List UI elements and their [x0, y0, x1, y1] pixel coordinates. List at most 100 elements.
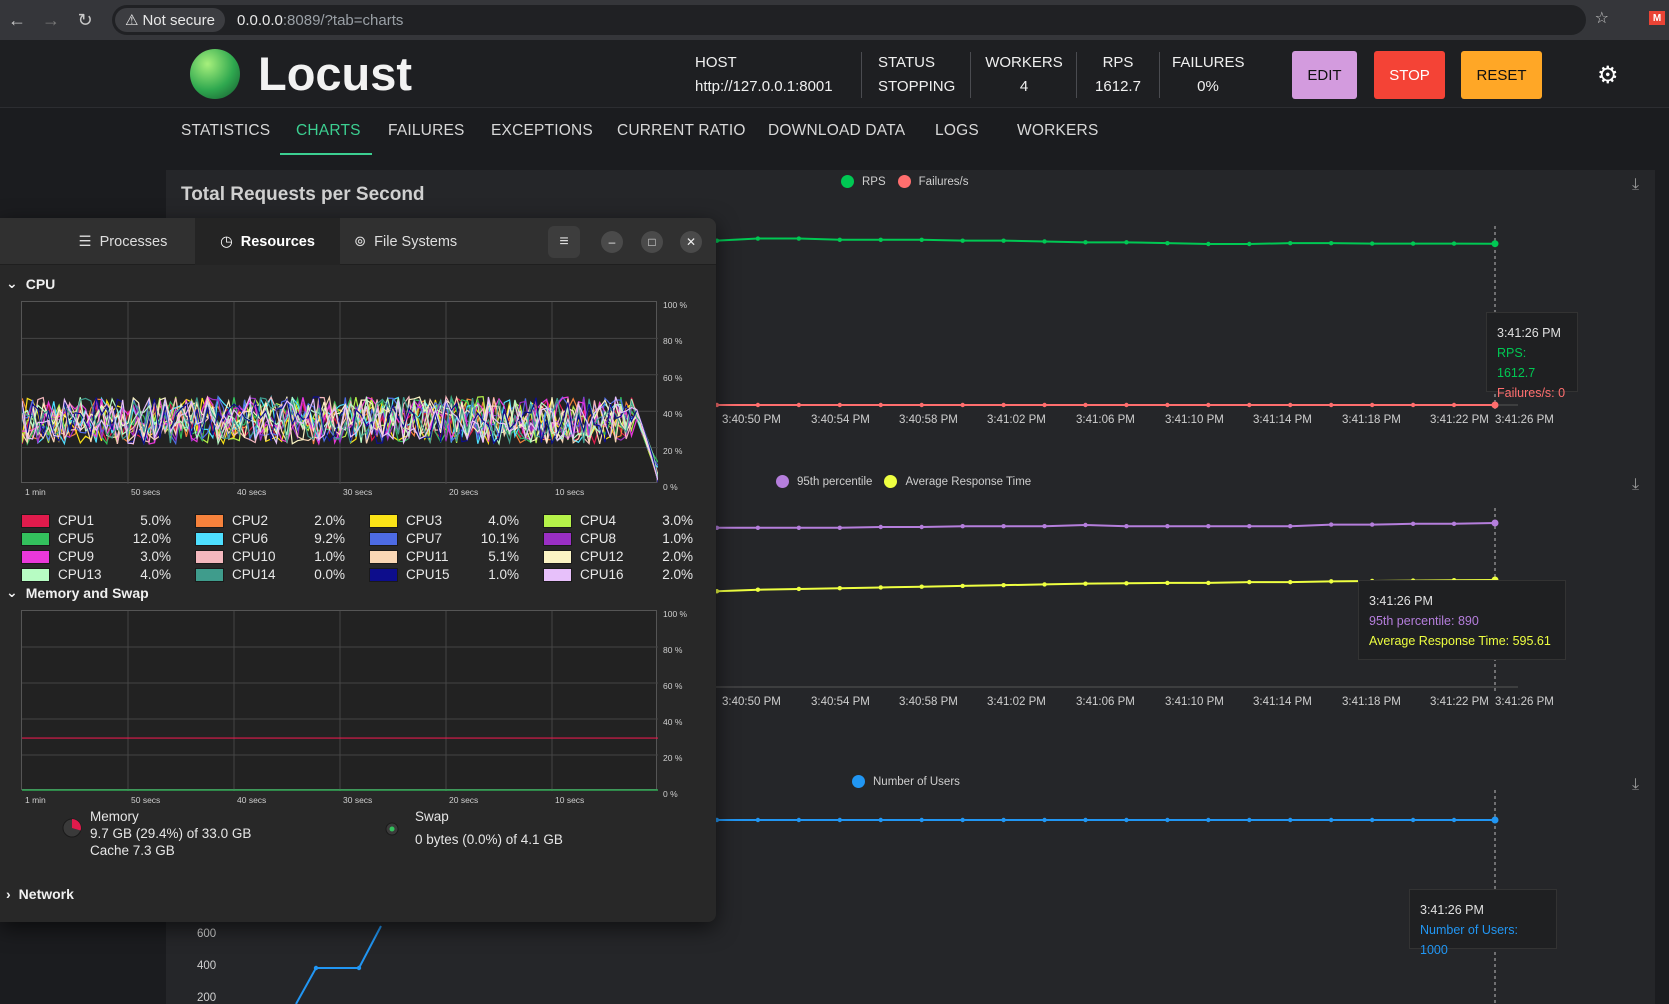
url-host: 0.0.0.0	[237, 11, 283, 29]
cpu-legend-item[interactable]: CPU8 1.0%	[543, 531, 708, 546]
rps-line-point	[919, 237, 924, 242]
color-swatch[interactable]	[195, 513, 224, 528]
cpu-legend-item[interactable]: CPU14 0.0%	[195, 567, 360, 582]
tab-label: Resources	[240, 233, 315, 250]
close-icon[interactable]: ✕	[680, 231, 702, 253]
tab-current-ratio[interactable]: CURRENT RATIO	[617, 122, 746, 140]
stop-button[interactable]: STOP	[1374, 51, 1445, 99]
cpu-legend-item[interactable]: CPU1 5.0%	[21, 513, 186, 528]
cpu-section-header[interactable]: ⌄ CPU	[6, 275, 55, 292]
color-swatch[interactable]	[21, 531, 50, 546]
users-line-point	[1206, 817, 1211, 823]
section-label: CPU	[25, 275, 56, 292]
color-swatch[interactable]	[195, 531, 224, 546]
back-icon[interactable]: ←	[0, 3, 34, 37]
cpu-name: CPU16	[580, 567, 624, 582]
color-swatch[interactable]	[21, 549, 50, 564]
cpu-legend-item[interactable]: CPU4 3.0%	[543, 513, 708, 528]
forward-icon[interactable]: →	[34, 3, 68, 37]
reload-icon[interactable]: ↻	[68, 3, 102, 37]
color-swatch[interactable]	[369, 531, 398, 546]
users-ramp-point	[313, 965, 319, 971]
color-swatch[interactable]	[21, 513, 50, 528]
p95-line-point	[755, 525, 761, 530]
cpu-name: CPU8	[580, 531, 617, 546]
cpu-legend-item[interactable]: CPU13 4.0%	[21, 567, 186, 582]
cpu-percent: 0.0%	[314, 567, 345, 582]
tab-exceptions[interactable]: EXCEPTIONS	[491, 122, 593, 140]
cpu-legend-item[interactable]: CPU15 1.0%	[369, 567, 534, 582]
security-chip[interactable]: ⚠ Not secure	[115, 8, 225, 32]
cpu-legend-item[interactable]: CPU10 1.0%	[195, 549, 360, 564]
reset-button[interactable]: RESET	[1461, 51, 1542, 99]
not-secure-label: Not secure	[142, 11, 215, 29]
bookmark-star-icon[interactable]: ☆	[1595, 8, 1609, 28]
tab-logs[interactable]: LOGS	[935, 122, 979, 140]
memory-section-header[interactable]: ⌄ Memory and Swap	[6, 584, 149, 601]
network-section-header[interactable]: › Network	[6, 886, 74, 902]
tab-label: File Systems	[374, 233, 458, 250]
color-swatch[interactable]	[369, 567, 398, 582]
maximize-icon[interactable]: □	[641, 231, 663, 253]
x-tick: 3:41:26 PM	[1495, 696, 1554, 708]
failures-line-point	[1124, 402, 1129, 408]
tab-workers[interactable]: WORKERS	[1017, 122, 1099, 140]
y-tick: 60 %	[663, 372, 683, 383]
cpu-legend-item[interactable]: CPU6 9.2%	[195, 531, 360, 546]
tab-processes[interactable]: ☰ Processes	[52, 218, 194, 265]
x-tick: 30 secs	[343, 487, 373, 497]
gauge-icon: ◷	[220, 233, 233, 250]
cpu-legend-item[interactable]: CPU3 4.0%	[369, 513, 534, 528]
color-swatch[interactable]	[195, 549, 224, 564]
p95-line-point	[1042, 524, 1047, 529]
cpu-legend-item[interactable]: CPU2 2.0%	[195, 513, 360, 528]
p95-line-point	[1124, 524, 1129, 529]
p95-line-point	[1083, 522, 1088, 528]
tooltip-failures: Failures/s: 0	[1497, 386, 1566, 400]
users-ramp-point	[356, 965, 362, 971]
x-tick: 3:41:10 PM	[1165, 696, 1224, 708]
workers-label: WORKERS	[985, 54, 1063, 71]
address-bar[interactable]: ⚠ Not secure 0.0.0.0:8089/?tab=charts	[112, 5, 1586, 35]
cache-value: Cache 7.3 GB	[90, 843, 175, 858]
color-swatch[interactable]	[543, 531, 572, 546]
tab-resources[interactable]: ◷ Resources	[195, 218, 340, 265]
tab-statistics[interactable]: STATISTICS	[181, 122, 270, 140]
avg-line-point	[1042, 582, 1047, 587]
users-line-point	[1001, 817, 1006, 823]
users-line-point	[796, 817, 802, 823]
cpu-legend-item[interactable]: CPU12 2.0%	[543, 549, 708, 564]
color-swatch[interactable]	[195, 567, 224, 582]
cpu-legend-item[interactable]: CPU7 10.1%	[369, 531, 534, 546]
color-swatch[interactable]	[543, 549, 572, 564]
tooltip-users: Number of Users: 1000	[1420, 923, 1518, 957]
x-tick: 50 secs	[131, 795, 161, 805]
failures-line-point	[837, 402, 842, 408]
cpu-percent: 1.0%	[314, 549, 345, 564]
color-swatch[interactable]	[543, 513, 572, 528]
color-swatch[interactable]	[21, 567, 50, 582]
color-swatch[interactable]	[369, 513, 398, 528]
color-swatch[interactable]	[369, 549, 398, 564]
tab-download-data[interactable]: DOWNLOAD DATA	[768, 122, 905, 140]
color-swatch[interactable]	[543, 567, 572, 582]
avg-line-point	[1001, 582, 1006, 588]
cpu-legend-item[interactable]: CPU11 5.1%	[369, 549, 534, 564]
gmail-icon[interactable]: M	[1649, 11, 1665, 25]
rps-line-point	[796, 236, 802, 241]
hamburger-menu-icon[interactable]: ≡	[548, 226, 580, 258]
edit-button[interactable]: EDIT	[1292, 51, 1357, 99]
x-tick: 3:41:02 PM	[987, 696, 1046, 708]
minimize-icon[interactable]: –	[601, 231, 623, 253]
cpu-legend-item[interactable]: CPU5 12.0%	[21, 531, 186, 546]
cpu-legend-item[interactable]: CPU9 3.0%	[21, 549, 186, 564]
tab-charts[interactable]: CHARTS	[296, 122, 361, 140]
theme-gear-icon[interactable]: ⚙	[1597, 61, 1619, 90]
cpu-name: CPU9	[58, 549, 95, 564]
p95-line-point	[1410, 521, 1416, 526]
tab-failures[interactable]: FAILURES	[388, 122, 465, 140]
tab-file-systems[interactable]: ⊚ File Systems	[354, 218, 494, 265]
x-tick: 3:40:54 PM	[811, 414, 870, 426]
x-tick: 3:41:06 PM	[1076, 414, 1135, 426]
cpu-legend-item[interactable]: CPU16 2.0%	[543, 567, 708, 582]
